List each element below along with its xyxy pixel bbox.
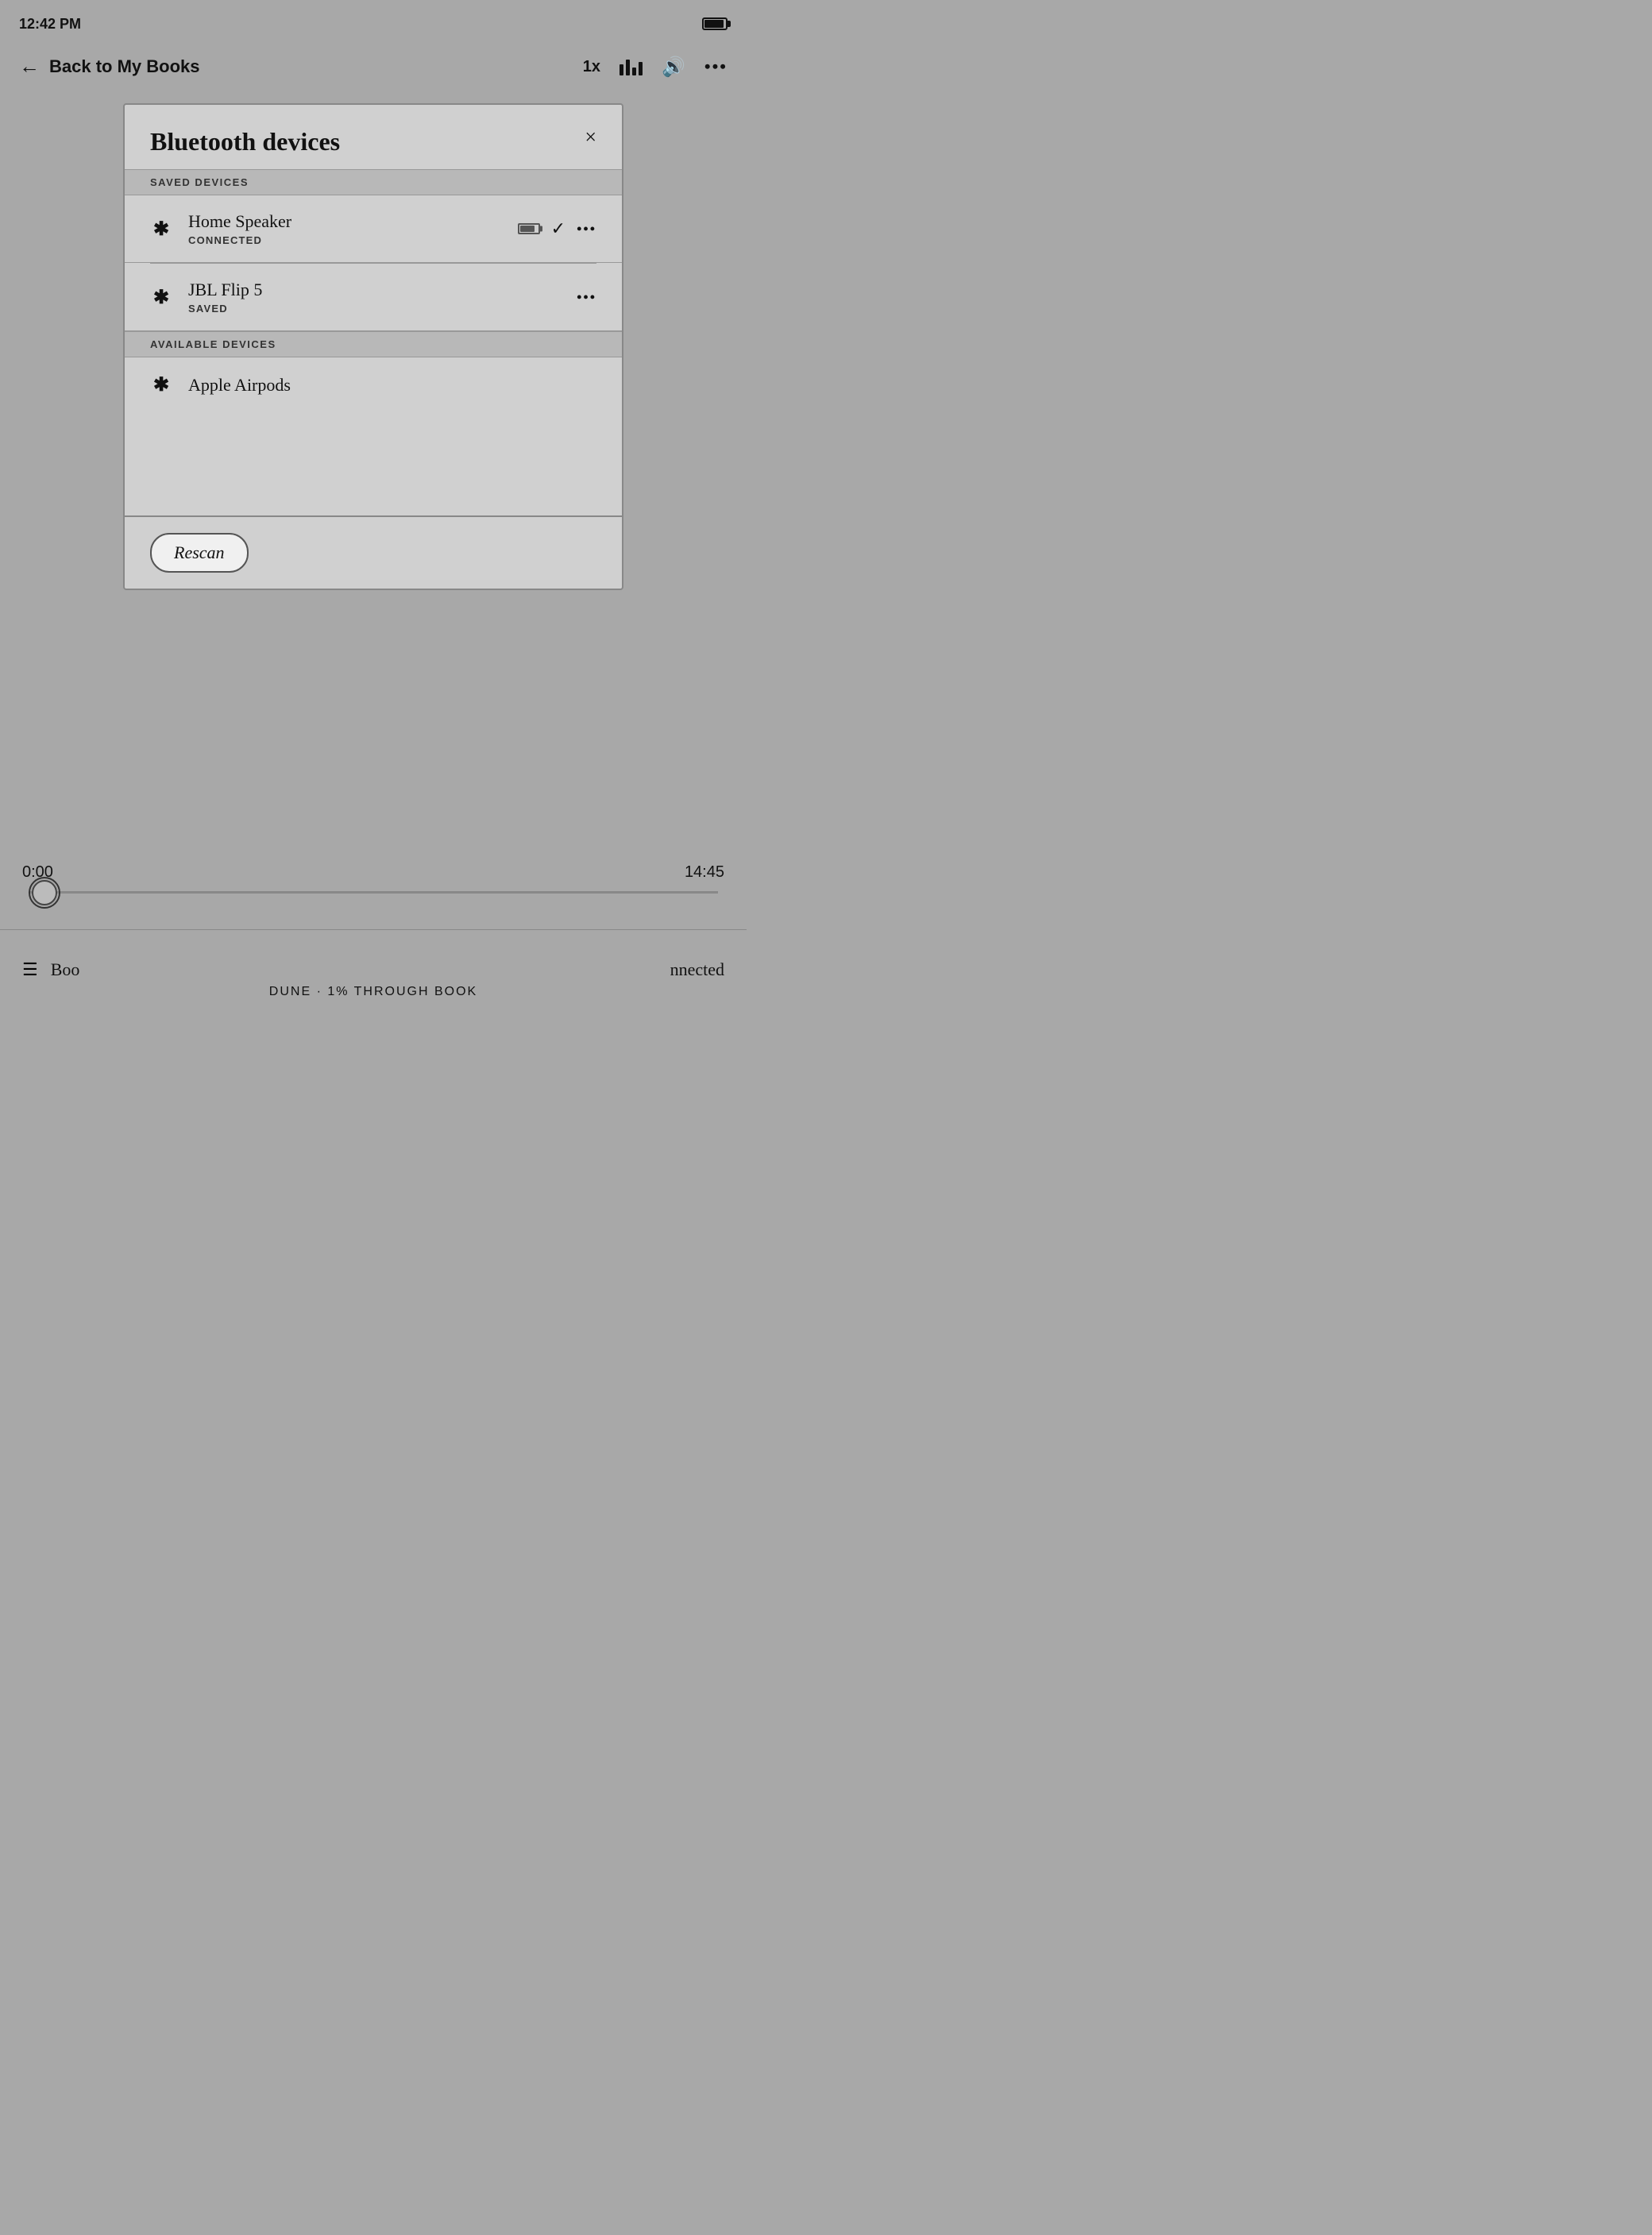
device-info-jbl: JBL Flip 5 SAVED bbox=[188, 280, 577, 315]
status-time: 12:42 PM bbox=[19, 16, 81, 33]
nav-right: 1x 🔊 ••• bbox=[583, 56, 728, 79]
speaker-icon[interactable]: 🔊 bbox=[662, 56, 685, 79]
modal-bottom: Rescan bbox=[125, 515, 622, 589]
device-item-airpods[interactable]: ✱ Apple Airpods bbox=[125, 357, 622, 420]
device-more-button[interactable]: ••• bbox=[577, 289, 596, 306]
nav-left: ← Back to My Books bbox=[19, 55, 200, 79]
chapters-list-icon[interactable]: ☰ bbox=[22, 959, 38, 980]
bluetooth-icon: ✱ bbox=[150, 218, 172, 241]
nav-title: Back to My Books bbox=[49, 56, 200, 77]
device-actions-jbl: ••• bbox=[577, 289, 596, 306]
available-devices-header: AVAILABLE DEVICES bbox=[125, 331, 622, 357]
progress-thumb[interactable] bbox=[29, 877, 60, 909]
bluetooth-icon: ✱ bbox=[150, 373, 172, 396]
modal-title: Bluetooth devices bbox=[150, 127, 340, 156]
chapters-icon[interactable] bbox=[620, 58, 643, 75]
close-button[interactable]: × bbox=[585, 127, 596, 148]
nav-bar: ← Back to My Books 1x 🔊 ••• bbox=[0, 44, 747, 95]
total-time: 14:45 bbox=[685, 863, 724, 882]
progress-track[interactable] bbox=[29, 891, 718, 894]
bluetooth-icon: ✱ bbox=[150, 286, 172, 309]
device-info-airpods: Apple Airpods bbox=[188, 375, 596, 396]
back-arrow-icon[interactable]: ← bbox=[19, 55, 40, 79]
device-actions-home-speaker: ✓ ••• bbox=[518, 218, 596, 239]
device-more-button[interactable]: ••• bbox=[577, 221, 596, 237]
status-bar: 12:42 PM bbox=[0, 0, 747, 44]
device-name: JBL Flip 5 bbox=[188, 280, 577, 300]
book-info-text: DUNE · 1% THROUGH BOOK bbox=[269, 985, 477, 998]
device-status: CONNECTED bbox=[188, 234, 518, 246]
modal-header: Bluetooth devices × bbox=[125, 105, 622, 169]
progress-area: 0:00 14:45 bbox=[0, 863, 747, 894]
bottom-left: ☰ Boo bbox=[22, 959, 79, 980]
connected-label: nnected bbox=[670, 959, 724, 979]
rescan-button[interactable]: Rescan bbox=[150, 533, 249, 573]
device-item-jbl-flip5[interactable]: ✱ JBL Flip 5 SAVED ••• bbox=[125, 264, 622, 331]
device-info-home-speaker: Home Speaker CONNECTED bbox=[188, 211, 518, 246]
progress-thumb-inner bbox=[32, 880, 57, 905]
modal-spacer bbox=[125, 420, 622, 515]
device-battery-icon bbox=[518, 223, 540, 234]
speed-button[interactable]: 1x bbox=[583, 58, 600, 76]
bottom-right: nnected bbox=[670, 959, 724, 980]
progress-times: 0:00 14:45 bbox=[22, 863, 724, 882]
bluetooth-modal: Bluetooth devices × SAVED DEVICES ✱ Home… bbox=[123, 103, 623, 590]
book-label: Boo bbox=[51, 959, 80, 980]
battery-icon bbox=[702, 17, 728, 30]
connected-checkmark-icon: ✓ bbox=[551, 218, 565, 239]
book-info-bar: DUNE · 1% THROUGH BOOK bbox=[0, 985, 747, 999]
device-name: Apple Airpods bbox=[188, 375, 596, 396]
device-item-home-speaker[interactable]: ✱ Home Speaker CONNECTED ✓ ••• bbox=[125, 195, 622, 263]
saved-devices-header: SAVED DEVICES bbox=[125, 169, 622, 195]
device-status: SAVED bbox=[188, 303, 577, 315]
device-name: Home Speaker bbox=[188, 211, 518, 232]
more-options-button[interactable]: ••• bbox=[704, 56, 728, 77]
